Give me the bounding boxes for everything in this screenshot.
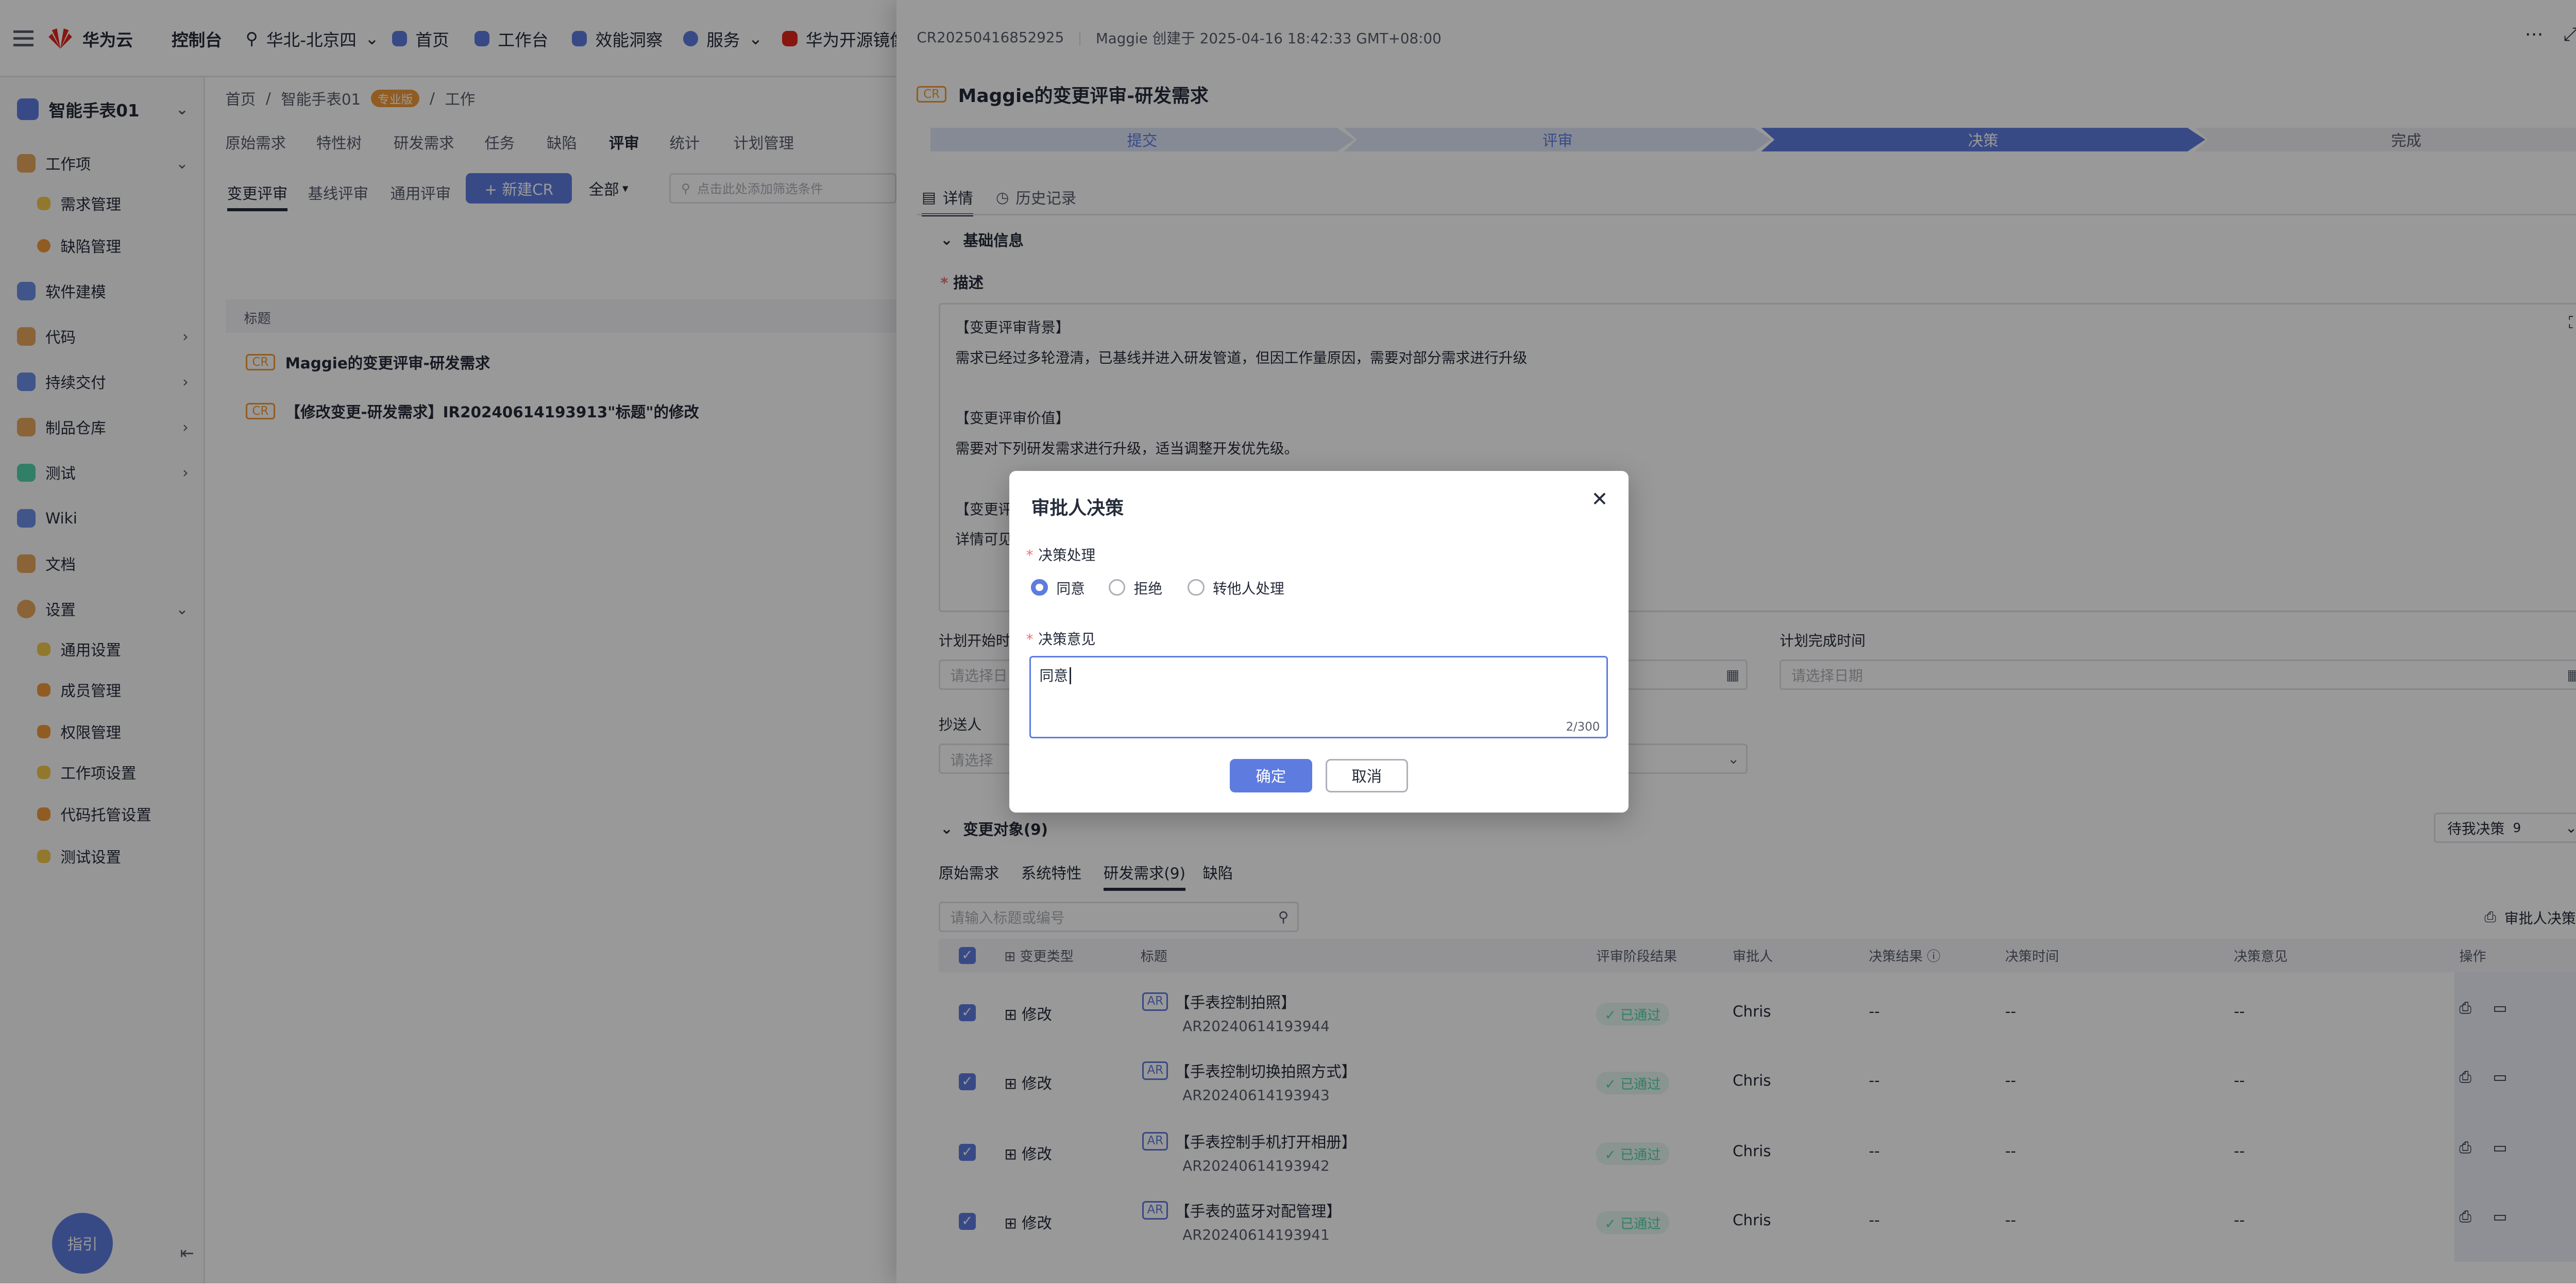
confirm-button[interactable]: 确定	[1229, 758, 1312, 792]
radio-transfer-dot[interactable]	[1188, 579, 1205, 596]
cancel-button[interactable]: 取消	[1325, 758, 1408, 792]
opinion-label-row: * 决策意见	[1026, 630, 1096, 648]
char-counter: 2/300	[1566, 720, 1600, 734]
opinion-label: 决策意见	[1038, 630, 1096, 648]
opinion-textarea[interactable]: 同意 2/300	[1029, 656, 1608, 739]
radio-reject-dot[interactable]	[1108, 579, 1126, 596]
decision-label-row: * 决策处理	[1026, 546, 1096, 564]
close-icon[interactable]: ✕	[1591, 488, 1608, 511]
radio-agree-label: 同意	[1056, 580, 1085, 597]
decision-label: 决策处理	[1038, 546, 1096, 564]
radio-transfer-label: 转他人处理	[1213, 580, 1284, 597]
radio-agree-dot[interactable]	[1031, 579, 1048, 596]
radio-transfer[interactable]: 转他人处理	[1188, 577, 1284, 598]
radio-reject[interactable]: 拒绝	[1108, 577, 1163, 598]
radio-reject-label: 拒绝	[1133, 580, 1163, 597]
modal-title: 审批人决策	[1031, 497, 1124, 519]
approver-decision-modal: 审批人决策 ✕ * 决策处理 同意 拒绝 转他人处理 * 决策意见 同意 2/300…	[1009, 471, 1629, 813]
radio-agree[interactable]: 同意	[1031, 577, 1085, 598]
opinion-value: 同意	[1039, 667, 1068, 685]
